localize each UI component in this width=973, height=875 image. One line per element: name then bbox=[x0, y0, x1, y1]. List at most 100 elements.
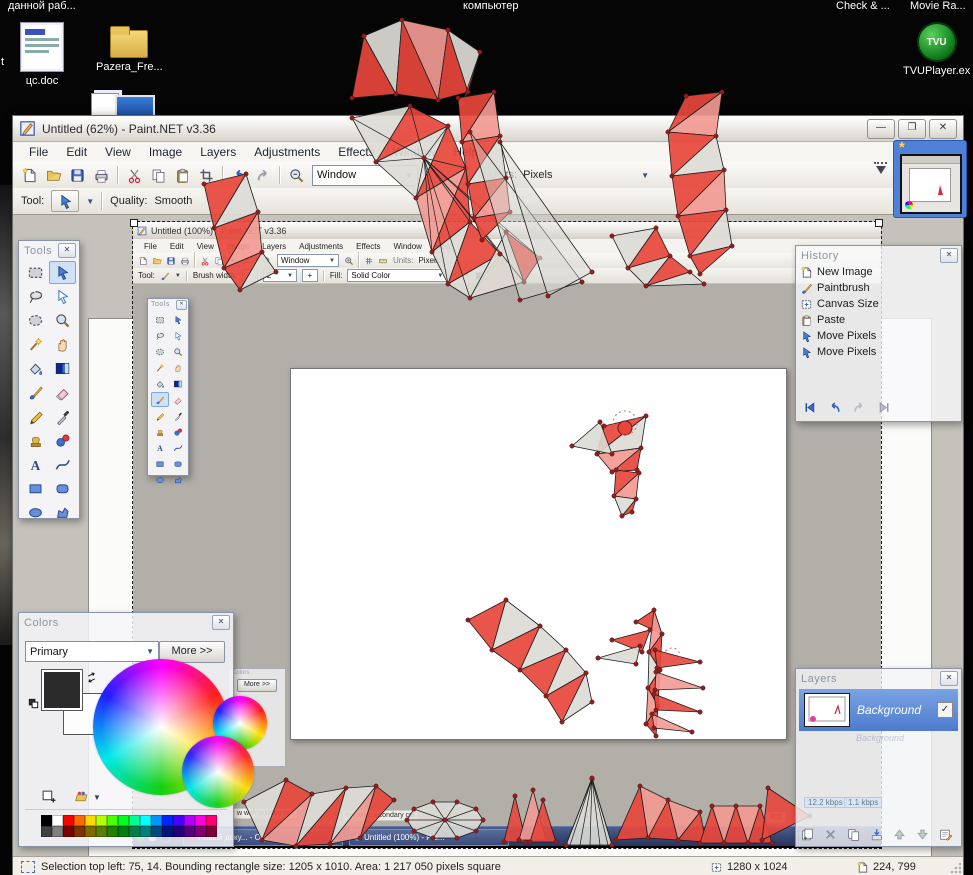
close-icon[interactable]: ✕ bbox=[58, 243, 76, 258]
redo-curl-gray-icon[interactable] bbox=[852, 400, 867, 415]
tool-rectangle-select[interactable] bbox=[151, 312, 169, 327]
cut-icon[interactable] bbox=[126, 167, 143, 184]
tool-clone-stamp[interactable] bbox=[22, 429, 49, 452]
redo-curl-icon[interactable] bbox=[242, 256, 252, 266]
close-icon[interactable]: ✕ bbox=[940, 671, 958, 686]
up-arrow-icon[interactable] bbox=[892, 827, 907, 842]
palette-swatch[interactable] bbox=[151, 826, 162, 837]
current-tool-button[interactable] bbox=[51, 190, 79, 212]
tool-clone-stamp[interactable] bbox=[151, 424, 169, 439]
menu-file[interactable]: File bbox=[138, 241, 163, 252]
rectangle-select-icon[interactable] bbox=[27, 264, 44, 281]
tool-move[interactable] bbox=[169, 312, 187, 327]
menu-help[interactable]: Help bbox=[429, 241, 457, 252]
swap-colors-icon[interactable] bbox=[85, 671, 98, 684]
move-icon[interactable] bbox=[173, 315, 183, 325]
tool-magic-wand[interactable] bbox=[151, 360, 169, 375]
move-selection-icon[interactable] bbox=[173, 331, 183, 341]
tool-color-picker[interactable] bbox=[169, 408, 187, 423]
tool-eraser[interactable] bbox=[49, 381, 76, 404]
tool-gradient[interactable] bbox=[169, 376, 187, 391]
primary-color-swatch[interactable] bbox=[41, 669, 83, 711]
tool-color-picker[interactable] bbox=[49, 405, 76, 428]
tool-zoom[interactable] bbox=[169, 344, 187, 359]
tool-lasso[interactable] bbox=[151, 328, 169, 343]
tool-paintbrush[interactable] bbox=[151, 392, 169, 407]
palette-swatch[interactable] bbox=[74, 826, 85, 837]
pencil-icon[interactable] bbox=[155, 411, 165, 421]
desktop-label[interactable]: Movie Ra... bbox=[910, 0, 966, 12]
print-icon[interactable] bbox=[180, 256, 190, 266]
tool-pencil[interactable] bbox=[22, 405, 49, 428]
eraser-icon[interactable] bbox=[54, 384, 71, 401]
redo-curl-icon[interactable] bbox=[255, 167, 272, 184]
menu-layers[interactable]: Layers bbox=[256, 241, 292, 252]
magic-wand-icon[interactable] bbox=[27, 336, 44, 353]
quality-value[interactable]: Smooth bbox=[154, 195, 192, 207]
merge-down-icon[interactable] bbox=[869, 827, 884, 842]
palette-swatch[interactable] bbox=[162, 826, 173, 837]
tool-move-selection[interactable] bbox=[49, 285, 76, 308]
move-icon[interactable] bbox=[54, 264, 71, 281]
pan-icon[interactable] bbox=[173, 363, 183, 373]
layer-row-background[interactable]: Background ✓ bbox=[799, 689, 958, 731]
copy-icon[interactable] bbox=[214, 256, 224, 266]
chevron-down-icon[interactable]: ▼ bbox=[641, 171, 649, 180]
menu-adjustments[interactable]: Adjustments bbox=[246, 143, 328, 161]
palette-swatch[interactable] bbox=[151, 815, 162, 826]
menu-file[interactable]: File bbox=[21, 143, 56, 161]
freeform-icon[interactable] bbox=[173, 475, 183, 485]
palette-toggle-icon[interactable] bbox=[874, 162, 887, 178]
gradient-icon[interactable] bbox=[54, 360, 71, 377]
palette-swatch[interactable] bbox=[206, 826, 217, 837]
desktop-label[interactable]: данной раб... bbox=[8, 0, 76, 12]
menu-window[interactable]: Window bbox=[385, 143, 444, 161]
rectangle-select-icon[interactable] bbox=[155, 315, 165, 325]
new-file-icon[interactable] bbox=[138, 256, 148, 266]
tool-recolor[interactable] bbox=[49, 429, 76, 452]
palette-swatch[interactable] bbox=[129, 826, 140, 837]
tool-magic-wand[interactable] bbox=[22, 333, 49, 356]
palette-swatch[interactable] bbox=[63, 826, 74, 837]
lasso-icon[interactable] bbox=[27, 288, 44, 305]
ruler-icon-icon[interactable] bbox=[378, 256, 388, 266]
chevron-down-icon[interactable]: ▼ bbox=[93, 793, 101, 802]
close-icon[interactable]: ✕ bbox=[212, 615, 230, 630]
copy-icon[interactable] bbox=[150, 167, 167, 184]
clone-stamp-icon[interactable] bbox=[155, 427, 165, 437]
clone-stamp-icon[interactable] bbox=[27, 432, 44, 449]
zoom-out-icon[interactable] bbox=[288, 167, 305, 184]
recolor-icon[interactable] bbox=[173, 427, 183, 437]
tool-freeform[interactable] bbox=[49, 501, 76, 524]
history-item[interactable]: Move Pixels bbox=[796, 344, 961, 360]
save-disk-icon[interactable] bbox=[69, 167, 86, 184]
tool-paint-bucket[interactable] bbox=[151, 376, 169, 391]
undo-curl-icon[interactable] bbox=[228, 256, 238, 266]
tool-pan[interactable] bbox=[49, 333, 76, 356]
paste-clip-icon[interactable] bbox=[800, 314, 813, 327]
hist-start-icon[interactable] bbox=[802, 400, 817, 415]
history-item[interactable]: Move Pixels bbox=[796, 328, 961, 344]
tool-move-selection[interactable] bbox=[169, 328, 187, 343]
menu-image[interactable]: Image bbox=[141, 143, 190, 161]
move-icon[interactable] bbox=[800, 346, 813, 359]
history-item[interactable]: New Image bbox=[796, 264, 961, 280]
eraser-icon[interactable] bbox=[173, 395, 183, 405]
rounded-rectangle-icon[interactable] bbox=[173, 459, 183, 469]
lasso-icon[interactable] bbox=[155, 331, 165, 341]
zoom-in-icon[interactable] bbox=[344, 256, 354, 266]
close-icon[interactable]: ✕ bbox=[176, 300, 187, 310]
palette-swatch[interactable] bbox=[96, 826, 107, 837]
grid-icon-icon[interactable] bbox=[364, 256, 374, 266]
tool-paint-bucket[interactable] bbox=[22, 357, 49, 380]
open-folder-icon[interactable] bbox=[45, 167, 62, 184]
paste-clip-icon[interactable] bbox=[174, 167, 191, 184]
desktop-label[interactable]: компьютер bbox=[463, 0, 518, 12]
color-picker-icon[interactable] bbox=[173, 411, 183, 421]
color-mode-combobox[interactable]: Primary▼ bbox=[25, 641, 159, 662]
paintbrush-icon[interactable] bbox=[27, 384, 44, 401]
copy-icon[interactable] bbox=[846, 827, 861, 842]
tool-ellipse-select[interactable] bbox=[151, 344, 169, 359]
line-curve-icon[interactable] bbox=[54, 456, 71, 473]
new-file-icon[interactable] bbox=[21, 167, 38, 184]
